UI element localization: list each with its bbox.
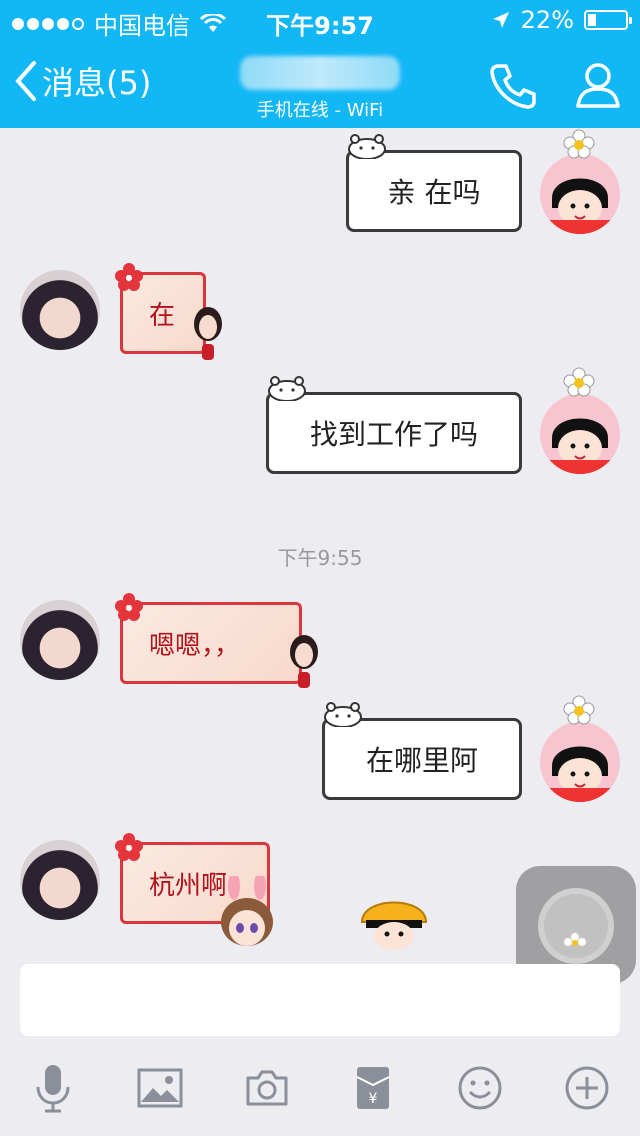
emoji-button[interactable] <box>455 1063 505 1113</box>
contact-name-blurred <box>240 56 400 90</box>
input-toolbar: ¥ <box>0 1058 640 1118</box>
maruko-face-icon <box>550 746 610 802</box>
status-bar: 中国电信 下午9:57 22% <box>0 0 640 40</box>
maruko-face-icon <box>550 418 610 474</box>
battery-icon <box>584 10 632 30</box>
plum-blossom-icon <box>115 593 143 621</box>
plus-icon <box>565 1066 609 1110</box>
emoji-icon <box>458 1066 502 1110</box>
flower-decoration-icon <box>563 367 595 397</box>
bunny-girl-sticker-icon <box>221 876 273 946</box>
more-button[interactable] <box>562 1063 612 1113</box>
profile-icon[interactable] <box>574 60 622 110</box>
camera-button[interactable] <box>242 1063 292 1113</box>
my-avatar[interactable] <box>540 154 620 234</box>
contact-avatar[interactable] <box>20 270 100 350</box>
phone-icon[interactable] <box>488 60 538 110</box>
bear-decoration-icon <box>324 702 362 727</box>
image-icon <box>137 1068 183 1108</box>
location-arrow-icon <box>492 12 509 28</box>
yellow-hat-maruko-sticker-icon <box>360 901 428 950</box>
flower-decoration-icon <box>563 695 595 725</box>
message-text: 亲 在吗 <box>387 176 481 209</box>
message-bubble-sent[interactable]: 在哪里阿 <box>322 702 522 800</box>
message-bubble-received[interactable]: 嗯嗯，， <box>115 593 302 684</box>
contact-avatar[interactable] <box>20 600 100 680</box>
flower-decoration-icon <box>564 933 586 946</box>
sticker-face-icon <box>194 307 222 360</box>
message-text: 在 <box>149 300 176 331</box>
message-text: 在哪里阿 <box>365 744 478 777</box>
maruko-face-icon <box>550 178 610 234</box>
battery-percent: 22% <box>520 6 574 34</box>
message-input[interactable] <box>20 964 620 1036</box>
plum-blossom-icon <box>115 833 143 861</box>
chat-area[interactable]: 亲 在吗 在 找到工作了吗 下午9:55 嗯嗯，， 在哪里阿 杭州啊 <box>0 128 640 958</box>
flower-decoration-icon <box>563 129 595 159</box>
contact-avatar[interactable] <box>20 840 100 920</box>
message-text: 找到工作了吗 <box>309 418 478 451</box>
my-avatar[interactable] <box>540 394 620 474</box>
svg-text:¥: ¥ <box>369 1091 378 1107</box>
red-packet-icon: ¥ <box>356 1067 390 1109</box>
message-timestamp: 下午9:55 <box>277 546 363 570</box>
voice-button[interactable] <box>28 1063 78 1113</box>
bear-decoration-icon <box>348 134 386 159</box>
microphone-icon <box>36 1065 70 1113</box>
sticker-face-icon <box>290 635 318 688</box>
image-button[interactable] <box>135 1063 185 1113</box>
red-packet-button[interactable]: ¥ <box>348 1063 398 1113</box>
camera-icon <box>246 1070 288 1106</box>
message-bubble-sent[interactable]: 找到工作了吗 <box>266 376 522 474</box>
message-bubble-sent[interactable]: 亲 在吗 <box>346 134 522 232</box>
plum-blossom-icon <box>115 263 143 291</box>
bear-decoration-icon <box>268 376 306 401</box>
top-bar: 中国电信 下午9:57 22% 消息(5) 手机在线 - WiFi <box>0 0 640 128</box>
my-avatar[interactable] <box>540 722 620 802</box>
message-text: 嗯嗯，， <box>149 630 241 661</box>
